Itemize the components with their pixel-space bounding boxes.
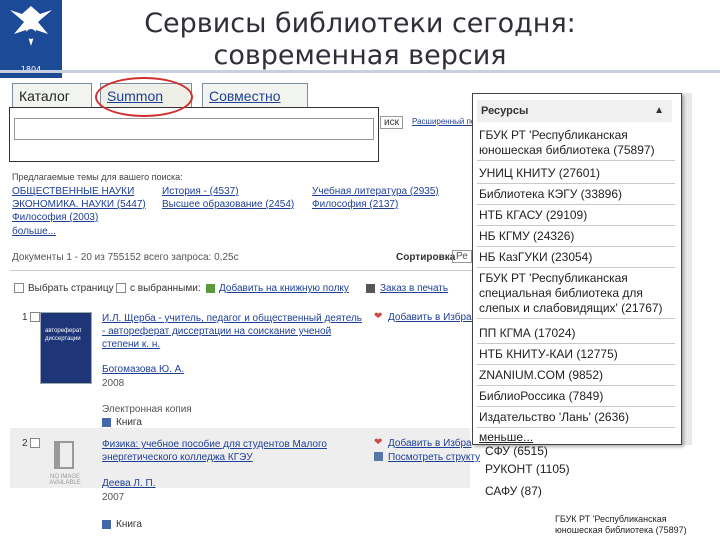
result-title-link[interactable]: Физика: учебное пособие для студентов Ма… [102, 438, 364, 464]
highlight-circle [95, 77, 193, 117]
resource-item[interactable]: ПП КГМА (17024) [477, 324, 675, 344]
title-divider [0, 70, 720, 73]
topics-more-link[interactable]: больше... [12, 226, 56, 237]
slide-title-line2: современная версия [213, 40, 507, 71]
result-cover: автореферат диссертации [40, 312, 92, 384]
view-structure-link[interactable]: Посмотреть структу [388, 452, 480, 463]
resource-item[interactable]: Издательство 'Лань' (2636) [477, 408, 675, 428]
result-checkbox[interactable] [30, 438, 40, 448]
topic-link[interactable]: История - (4537) [162, 186, 239, 197]
resource-item[interactable]: Библиотека КЭГУ (33896) [477, 185, 675, 205]
resource-bg-item[interactable]: РУКОНТ (1105) [485, 462, 570, 476]
search-panel [9, 107, 379, 162]
resources-less-link[interactable]: меньше... [477, 428, 675, 444]
book-icon [102, 418, 111, 427]
result-author-link[interactable]: Богомазова Ю. А. [102, 364, 184, 375]
topic-link[interactable]: ЭКОНОМИКА. НАУКИ (5447) [12, 199, 146, 210]
resource-bg-item[interactable]: ГБУК РТ 'Республиканская юношеская библи… [555, 514, 705, 536]
tab-joint[interactable]: Совместно [202, 83, 308, 107]
resources-dropdown: Ресурсы ▲ ГБУК РТ 'Республиканская юноше… [472, 93, 682, 445]
topic-link[interactable]: Высшее образование (2454) [162, 199, 294, 210]
resource-item[interactable]: ГБУК РТ 'Республиканская специальная биб… [477, 269, 675, 319]
result-checkbox[interactable] [30, 312, 40, 322]
select-page-checkbox[interactable] [14, 283, 24, 293]
result-format-type: Книга [116, 519, 142, 530]
divider [10, 270, 472, 271]
no-image-text: NO IMAGE AVAILABLE [49, 474, 81, 486]
resource-item[interactable]: НТБ КГАСУ (29109) [477, 206, 675, 226]
search-input[interactable] [14, 118, 374, 140]
resource-bg-item[interactable]: САФУ (87) [485, 484, 542, 498]
add-to-shelf-link[interactable]: Добавить на книжную полку [219, 283, 349, 294]
resource-item[interactable]: НБ КГМУ (24326) [477, 227, 675, 247]
results-summary: Документы 1 - 20 из 755152 всего запроса… [12, 252, 239, 263]
resource-item[interactable]: УНИЦ КНИТУ (27601) [477, 164, 675, 184]
resources-header-label: Ресурсы [481, 105, 529, 117]
bookshelf-icon [206, 284, 215, 293]
suggest-heading: Предлагаемые темы для вашего поиска: [12, 172, 183, 182]
result-year: 2008 [102, 378, 125, 389]
facet-scrollbar[interactable] [682, 93, 692, 445]
topic-link[interactable]: Учебная литература (2935) [312, 186, 439, 197]
resource-item[interactable]: ZNANIUM.COM (9852) [477, 366, 675, 386]
sort-select[interactable]: Ре [452, 250, 472, 263]
heart-icon: ❤ [374, 437, 383, 448]
result-title-link[interactable]: И.Л. Щерба - учитель, педагог и обществе… [102, 312, 364, 351]
topic-link[interactable]: ОБЩЕСТВЕННЫЕ НАУКИ [12, 186, 134, 197]
resource-item[interactable]: ГБУК РТ 'Республиканская юношеская библи… [477, 126, 675, 161]
result-year: 2007 [102, 492, 125, 503]
add-favorite-link[interactable]: Добавить в Избра [388, 438, 472, 449]
slide-title-line1: Сервисы библиотеки сегодня: [144, 8, 576, 39]
result-author-link[interactable]: Деева Л. П. [102, 478, 156, 489]
resource-item[interactable]: БиблиоРоссика (7849) [477, 387, 675, 407]
search-button[interactable]: иск [380, 116, 403, 129]
with-selected-label: с выбранными: [130, 283, 201, 294]
result-format-type: Книга [116, 417, 142, 428]
tab-catalog[interactable]: Каталог [12, 83, 92, 107]
with-selected-checkbox[interactable] [116, 283, 126, 293]
collapse-arrow-icon[interactable]: ▲ [654, 100, 664, 122]
sort-label: Сортировка [396, 252, 456, 263]
result-format: Электронная копия [102, 404, 192, 415]
book-icon [102, 520, 111, 529]
printer-icon [366, 284, 375, 293]
resource-item[interactable]: НТБ КНИТУ-КАИ (12775) [477, 345, 675, 365]
structure-icon [374, 452, 383, 461]
result-index: 1 [22, 312, 28, 323]
resources-header[interactable]: Ресурсы ▲ [477, 100, 672, 122]
heart-icon: ❤ [374, 311, 383, 322]
select-page-label: Выбрать страницу [28, 283, 114, 294]
resource-item[interactable]: НБ КазГУКИ (23054) [477, 248, 675, 268]
topic-link[interactable]: Философия (2003) [12, 212, 98, 223]
cover-text: автореферат диссертации [45, 328, 82, 342]
result-index: 2 [22, 438, 28, 449]
topic-link[interactable]: Философия (2137) [312, 199, 398, 210]
order-print-link[interactable]: Заказ в печать [380, 283, 448, 294]
resource-bg-item[interactable]: СФУ (6515) [485, 444, 548, 458]
